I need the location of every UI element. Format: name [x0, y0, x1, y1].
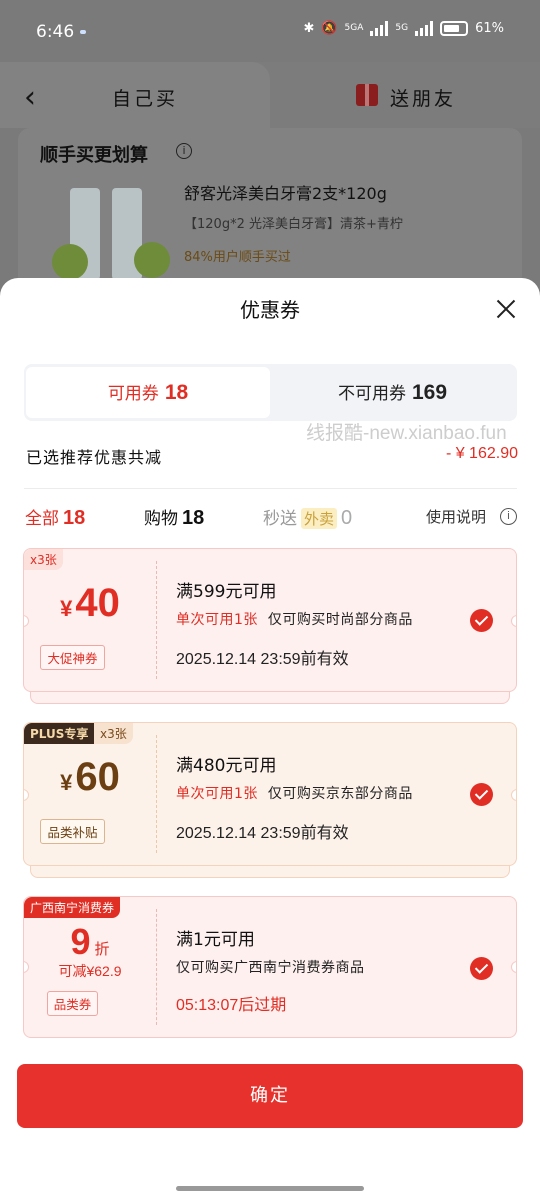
- filter-shopping-label: 购物: [144, 509, 178, 529]
- selected-check-icon[interactable]: [470, 783, 493, 806]
- usage-help-link[interactable]: 使用说明: [426, 506, 486, 527]
- filter-all-label: 全部: [25, 509, 59, 529]
- tab-own-label[interactable]: 自己买: [112, 84, 178, 111]
- divider: [24, 488, 517, 489]
- tab-available-coupons[interactable]: 可用券 18: [26, 367, 270, 418]
- coupon-divider: [156, 909, 157, 1025]
- status-bar: 6:46 ✱ 🔕 5GA 5G 61%: [0, 0, 540, 62]
- coupon-validity: 2025.12.14 23:59前有效: [176, 825, 349, 842]
- coupon-title: 满599元可用: [176, 582, 277, 602]
- saved-amount: - ¥ 162.90: [445, 445, 518, 462]
- filter-express-label: 秒送: [263, 509, 297, 529]
- tab-gift-label[interactable]: 送朋友: [390, 84, 456, 111]
- tab-available-label: 可用券: [107, 384, 159, 404]
- coupon-amount: ¥40: [60, 581, 120, 625]
- coupon-notch: [511, 961, 516, 973]
- tab-unavailable-label: 不可用券: [337, 384, 406, 404]
- network-a-label: 5GA: [344, 23, 364, 33]
- product-spec: 【120g*2 光泽美白牙膏】清茶+青柠: [184, 217, 403, 232]
- coupon-stack-shadow: [30, 690, 510, 704]
- coupon-scope: 单次可用1张 仅可购买时尚部分商品: [176, 612, 413, 628]
- coupon-card[interactable]: 广西南宁消费券 9折 可减¥62.9 品类券 满1元可用 仅可购买广西南宁消费券…: [23, 896, 517, 1038]
- coupon-divider: [156, 561, 157, 679]
- coupon-count-tag: x3张: [24, 549, 63, 570]
- battery-level: 61%: [475, 20, 504, 36]
- status-icons: ✱ 🔕 5GA 5G 61%: [303, 20, 504, 36]
- coupon-divider: [156, 735, 157, 853]
- gift-icon: [356, 84, 378, 106]
- filter-express[interactable]: 秒送 外卖 0: [263, 504, 352, 530]
- coupon-stack-shadow: [30, 864, 510, 878]
- info-icon[interactable]: i: [176, 143, 192, 159]
- back-arrow-icon[interactable]: ‹: [24, 80, 36, 115]
- coupon-discount: 9折: [70, 921, 110, 962]
- filter-shopping-count: 18: [182, 507, 205, 529]
- product-name[interactable]: 舒客光泽美白牙膏2支*120g: [184, 180, 387, 204]
- coupon-validity: 2025.12.14 23:59前有效: [176, 651, 349, 668]
- selected-check-icon[interactable]: [470, 957, 493, 980]
- filter-shopping[interactable]: 购物 18: [144, 504, 204, 530]
- coupon-scope: 仅可购买广西南宁消费券商品: [176, 960, 365, 976]
- product-image[interactable]: [40, 180, 170, 280]
- coupon-area-tag: 广西南宁消费券: [24, 897, 121, 918]
- filter-all-count: 18: [63, 507, 86, 529]
- coupon-type-badge: 品类券: [46, 991, 99, 1016]
- coupon-scope: 单次可用1张 仅可购买京东部分商品: [176, 786, 413, 802]
- coupon-type-badge: 品类补贴: [40, 819, 105, 844]
- coupon-amount: ¥60: [60, 755, 120, 799]
- battery-icon: [440, 20, 469, 36]
- confirm-button[interactable]: 确定: [17, 1064, 523, 1128]
- coupon-type-badge: 大促神券: [40, 645, 105, 670]
- status-time: 6:46: [36, 22, 75, 42]
- network-b-label: 5G: [395, 23, 409, 33]
- takeout-badge: 外卖: [301, 508, 338, 529]
- addon-section-title: 顺手买更划算: [40, 145, 148, 166]
- notification-dot-icon: [80, 30, 86, 34]
- coupon-card[interactable]: x3张 ¥40 大促神券 满599元可用 单次可用1张 仅可购买时尚部分商品 20…: [23, 548, 517, 692]
- filter-all[interactable]: 全部 18: [25, 504, 85, 530]
- saved-label: 已选推荐优惠共减: [26, 448, 163, 467]
- close-icon[interactable]: [496, 299, 516, 319]
- tab-available-count: 18: [164, 381, 189, 404]
- mute-icon: 🔕: [321, 20, 338, 36]
- plus-tag: PLUS专享: [24, 723, 95, 744]
- signal-a-icon: [370, 20, 389, 36]
- watermark-text: 线报酷-new.xianbao.fun: [306, 423, 507, 444]
- tab-unavailable-count: 169: [411, 381, 448, 404]
- coupon-count-tag: x3张: [94, 723, 133, 744]
- info-icon[interactable]: i: [500, 508, 517, 525]
- coupon-countdown: 05:13:07后过期: [176, 997, 287, 1014]
- tab-unavailable-coupons[interactable]: 不可用券 169: [270, 367, 515, 418]
- coupon-title: 满480元可用: [176, 756, 277, 776]
- filter-express-count: 0: [341, 507, 353, 529]
- sheet-title: 优惠券: [240, 298, 300, 322]
- bluetooth-icon: ✱: [303, 20, 315, 36]
- coupon-max-off: 可减¥62.9: [58, 963, 122, 979]
- coupon-title: 满1元可用: [176, 930, 255, 950]
- product-tip: 84%用户顺手买过: [184, 250, 291, 265]
- selected-check-icon[interactable]: [470, 609, 493, 632]
- signal-b-icon: [415, 20, 434, 36]
- home-indicator[interactable]: [176, 1186, 364, 1191]
- coupon-card[interactable]: PLUS专享 x3张 ¥60 品类补贴 满480元可用 单次可用1张 仅可购买京东…: [23, 722, 517, 866]
- coupon-notch: [511, 789, 516, 801]
- coupon-notch: [511, 615, 516, 627]
